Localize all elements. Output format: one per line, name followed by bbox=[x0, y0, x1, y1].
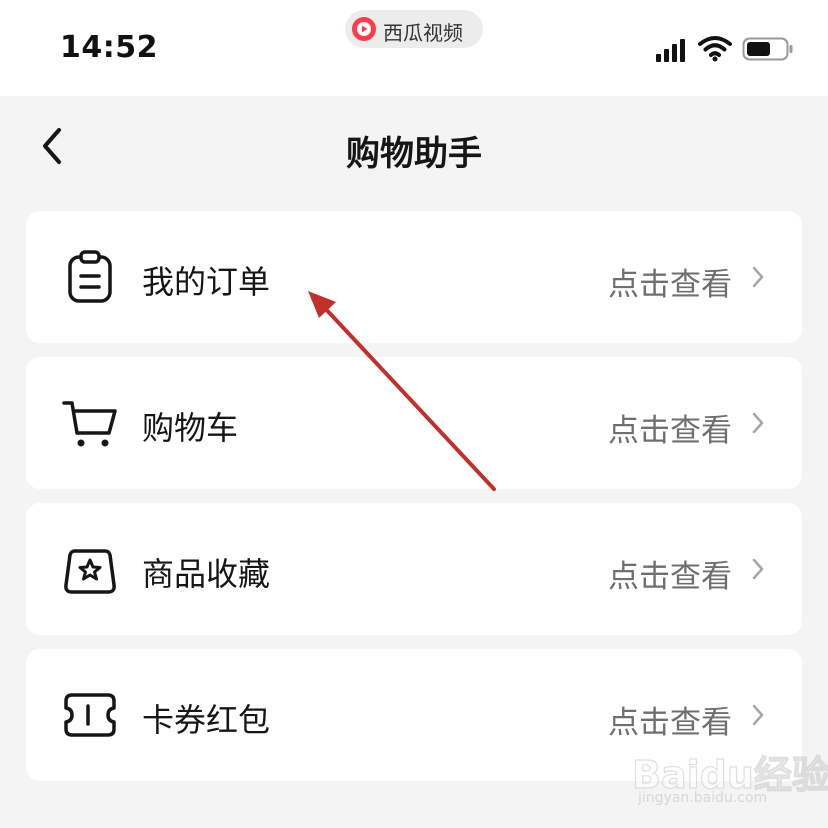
xigua-logo-icon bbox=[352, 17, 376, 41]
chevron-right-icon bbox=[752, 704, 764, 726]
menu-item-label: 我的订单 bbox=[142, 263, 271, 301]
favorite-bag-star-icon bbox=[60, 539, 120, 599]
menu-item-label: 卡券红包 bbox=[142, 701, 271, 739]
menu-item-favorites[interactable]: 商品收藏 点击查看 bbox=[26, 503, 802, 635]
menu-list: 我的订单 点击查看 购物车 点击查看 商品收藏 点击查看 卡券红包 点击查看 bbox=[26, 211, 802, 795]
menu-item-label: 商品收藏 bbox=[142, 555, 271, 593]
signal-icon bbox=[656, 39, 685, 62]
page-title: 购物助手 bbox=[346, 134, 482, 174]
back-to-app-pill[interactable]: 西瓜视频 bbox=[345, 10, 483, 48]
status-bar: 14:52 西瓜视频 bbox=[0, 0, 828, 96]
coupon-ticket-icon bbox=[60, 685, 120, 745]
status-time: 14:52 bbox=[60, 30, 158, 65]
baidu-watermark: Baidu经验 jingyan.baidu.com bbox=[631, 742, 828, 812]
order-clipboard-icon bbox=[60, 247, 120, 307]
menu-item-action: 点击查看 bbox=[608, 705, 732, 741]
menu-item-action: 点击查看 bbox=[608, 267, 732, 303]
menu-item-action: 点击查看 bbox=[608, 413, 732, 449]
shopping-cart-icon bbox=[60, 393, 120, 453]
menu-item-shopping-cart[interactable]: 购物车 点击查看 bbox=[26, 357, 802, 489]
chevron-right-icon bbox=[752, 558, 764, 580]
app-name: 西瓜视频 bbox=[383, 21, 463, 45]
menu-item-action: 点击查看 bbox=[608, 559, 732, 595]
wifi-icon bbox=[698, 36, 732, 62]
chevron-right-icon bbox=[752, 266, 764, 288]
watermark-url: jingyan.baidu.com bbox=[638, 790, 768, 806]
menu-item-label: 购物车 bbox=[142, 409, 239, 447]
battery-icon bbox=[742, 37, 793, 61]
chevron-right-icon bbox=[752, 412, 764, 434]
menu-item-my-orders[interactable]: 我的订单 点击查看 bbox=[26, 211, 802, 343]
nav-bar: 购物助手 bbox=[0, 96, 828, 196]
